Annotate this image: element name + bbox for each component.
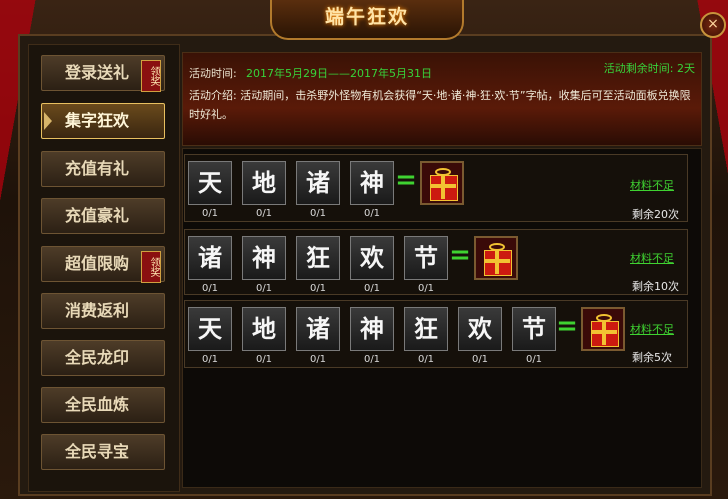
sidebar-item-spend-rebate[interactable]: 消费返利 — [41, 293, 165, 329]
exchange-button[interactable]: 材料不足 — [630, 250, 674, 266]
word-count: 0/1 — [363, 283, 381, 294]
word-tile: 欢 — [350, 236, 394, 280]
sidebar-item-label: 集字狂欢 — [64, 111, 129, 130]
word-tile: 狂 — [296, 236, 340, 280]
sidebar-item-label: 全民龙印 — [64, 348, 129, 367]
word-count: 0/1 — [363, 208, 381, 219]
word-count: 0/1 — [471, 354, 489, 365]
word-tile: 地 — [242, 307, 286, 351]
exchange-button[interactable]: 材料不足 — [630, 177, 674, 193]
sidebar-item-label: 充值豪礼 — [64, 206, 129, 225]
word-count: 0/1 — [525, 354, 543, 365]
equals-icon: = — [449, 240, 471, 270]
sidebar-item-dragon-seal[interactable]: 全民龙印 — [41, 340, 165, 376]
gift-box-icon[interactable] — [474, 236, 518, 280]
word-tile: 诸 — [296, 161, 340, 205]
word-tile: 天 — [188, 161, 232, 205]
sidebar-item-login-gift[interactable]: 登录送礼 领奖 — [41, 55, 165, 92]
word-count: 0/1 — [417, 283, 435, 294]
sidebar-item-label: 登录送礼 — [64, 63, 129, 82]
sidebar-item-label: 超值限购 — [64, 254, 129, 273]
claim-badge: 领奖 — [141, 60, 161, 92]
remaining-count: 剩余10次 — [632, 280, 679, 293]
sidebar-item-collect-words[interactable]: 集字狂欢 — [41, 103, 165, 139]
word-tile: 诸 — [188, 236, 232, 280]
close-button[interactable]: × — [700, 12, 726, 38]
sidebar-item-label: 消费返利 — [64, 301, 129, 320]
remaining-count: 剩余20次 — [632, 208, 679, 221]
sidebar-item-recharge-luxury[interactable]: 充值豪礼 — [41, 198, 165, 234]
word-tile: 神 — [242, 236, 286, 280]
exchange-row: 天 0/1 地 0/1 诸 0/1 神 0/1 狂 0/1 欢 0/1 节 0/… — [184, 300, 688, 368]
exchange-row: 诸 0/1 神 0/1 狂 0/1 欢 0/1 节 0/1 = 材料不足 剩余1… — [184, 229, 688, 295]
word-count: 0/1 — [201, 283, 219, 294]
word-count: 0/1 — [417, 354, 435, 365]
word-count: 0/1 — [309, 208, 327, 219]
sidebar-item-label: 充值有礼 — [64, 159, 129, 178]
equals-icon: = — [395, 165, 417, 195]
word-count: 0/1 — [309, 283, 327, 294]
sidebar-menu: 登录送礼 领奖 集字狂欢 充值有礼 充值豪礼 超值限购 领奖 消费返利 全民龙印… — [28, 44, 180, 492]
word-count: 0/1 — [201, 208, 219, 219]
gift-box-icon[interactable] — [581, 307, 625, 351]
sidebar-item-limited-purchase[interactable]: 超值限购 领奖 — [41, 246, 165, 283]
word-tile: 狂 — [404, 307, 448, 351]
word-tile: 节 — [512, 307, 556, 351]
window-title: 端午狂欢 — [324, 6, 409, 28]
word-count: 0/1 — [201, 354, 219, 365]
sidebar-item-label: 全民血炼 — [64, 395, 129, 414]
word-count: 0/1 — [309, 354, 327, 365]
event-time-value: 2017年5月29日——2017年5月31日 — [246, 67, 432, 80]
sidebar-item-treasure-hunt[interactable]: 全民寻宝 — [41, 434, 165, 470]
word-count: 0/1 — [363, 354, 381, 365]
title-plate: 端午狂欢 — [270, 0, 464, 40]
gift-box-icon[interactable] — [420, 161, 464, 205]
word-tile: 天 — [188, 307, 232, 351]
exchange-row: 天 0/1 地 0/1 诸 0/1 神 0/1 = 材料不足 剩余20次 — [184, 154, 688, 222]
remaining-count: 剩余5次 — [632, 351, 672, 364]
word-count: 0/1 — [255, 283, 273, 294]
event-info-panel: 活动时间: 2017年5月29日——2017年5月31日 活动剩余时间: 2天 … — [182, 52, 702, 146]
word-count: 0/1 — [255, 354, 273, 365]
word-tile: 地 — [242, 161, 286, 205]
event-description: 活动介绍: 活动期间，击杀野外怪物有机会获得“天·地·诸·神·狂·欢·节”字帖，… — [189, 89, 691, 121]
word-tile: 欢 — [458, 307, 502, 351]
word-tile: 诸 — [296, 307, 340, 351]
event-remaining-time: 活动剩余时间: 2天 — [603, 62, 695, 75]
word-count: 0/1 — [255, 208, 273, 219]
word-tile: 节 — [404, 236, 448, 280]
word-tile: 神 — [350, 307, 394, 351]
equals-icon: = — [556, 311, 578, 341]
sidebar-item-blood-refine[interactable]: 全民血炼 — [41, 387, 165, 423]
word-tile: 神 — [350, 161, 394, 205]
sidebar-item-recharge-gift[interactable]: 充值有礼 — [41, 151, 165, 187]
claim-badge: 领奖 — [141, 251, 161, 283]
event-time-label: 活动时间: — [189, 67, 237, 80]
exchange-button[interactable]: 材料不足 — [630, 321, 674, 337]
sidebar-item-label: 全民寻宝 — [64, 442, 129, 461]
